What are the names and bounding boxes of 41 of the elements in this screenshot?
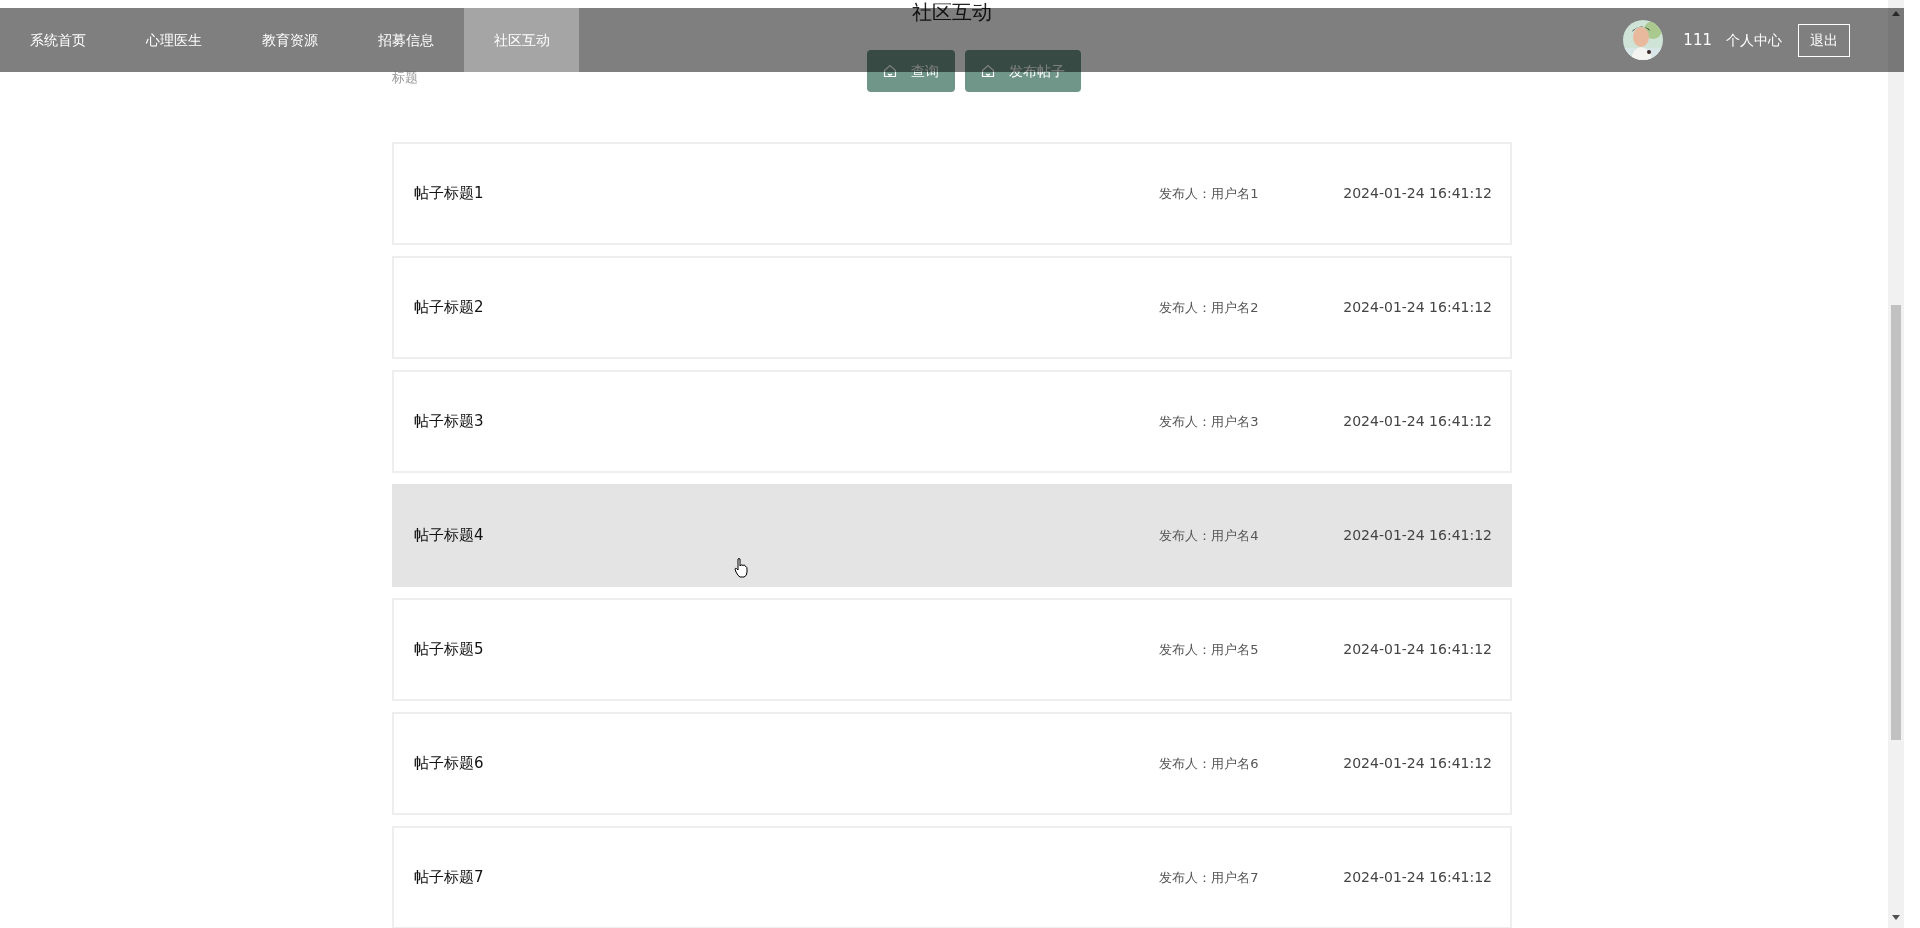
post-title: 帖子标题3 [414,411,485,433]
post-time: 2024-01-24 16:41:12 [1343,412,1492,431]
post-row[interactable]: 帖子标题3 发布人：用户名3 2024-01-24 16:41:12 [392,370,1512,473]
nav-tab[interactable]: 教育资源 [232,8,347,72]
post-title: 帖子标题5 [414,639,485,661]
page-title: 社区互动 [911,0,993,24]
post-time: 2024-01-24 16:41:12 [1343,754,1492,773]
user-name: 111 [1683,29,1712,51]
post-title: 帖子标题7 [414,867,485,889]
post-row[interactable]: 帖子标题7 发布人：用户名7 2024-01-24 16:41:12 [392,826,1512,928]
post-time: 2024-01-24 16:41:12 [1343,298,1492,317]
post-author: 发布人：用户名4 [1159,526,1260,545]
post-author: 发布人：用户名7 [1159,868,1260,887]
post-author: 发布人：用户名1 [1159,184,1260,203]
post-title: 帖子标题2 [414,297,485,319]
logout-button[interactable]: 退出 [1798,23,1850,57]
post-title: 帖子标题4 [414,525,485,547]
post-time: 2024-01-24 16:41:12 [1343,868,1492,887]
nav-tab[interactable]: 社区互动 [464,8,579,72]
post-row[interactable]: 帖子标题2 发布人：用户名2 2024-01-24 16:41:12 [392,256,1512,359]
post-author: 发布人：用户名6 [1159,754,1260,773]
post-row[interactable]: 帖子标题4 发布人：用户名4 2024-01-24 16:41:12 [392,484,1512,587]
home-icon [981,64,995,78]
post-time: 2024-01-24 16:41:12 [1343,526,1492,545]
post-author: 发布人：用户名2 [1159,298,1260,317]
post-time: 2024-01-24 16:41:12 [1343,184,1492,203]
hand-cursor-icon [734,558,748,578]
post-title: 帖子标题1 [414,183,485,205]
post-author: 发布人：用户名5 [1159,640,1260,659]
home-icon [883,64,897,78]
search-label: 标题 [392,69,418,87]
nav-tab[interactable]: 系统首页 [0,8,115,72]
post-time: 2024-01-24 16:41:12 [1343,640,1492,659]
post-author: 发布人：用户名3 [1159,412,1260,431]
nav-tab[interactable]: 招募信息 [348,8,463,72]
nav-tab[interactable]: 心理医生 [116,8,231,72]
profile-link[interactable]: 个人中心 [1726,29,1782,51]
post-title: 帖子标题6 [414,753,485,775]
post-row[interactable]: 帖子标题1 发布人：用户名1 2024-01-24 16:41:12 [392,142,1512,245]
post-row[interactable]: 帖子标题5 发布人：用户名5 2024-01-24 16:41:12 [392,598,1512,701]
post-row[interactable]: 帖子标题6 发布人：用户名6 2024-01-24 16:41:12 [392,712,1512,815]
